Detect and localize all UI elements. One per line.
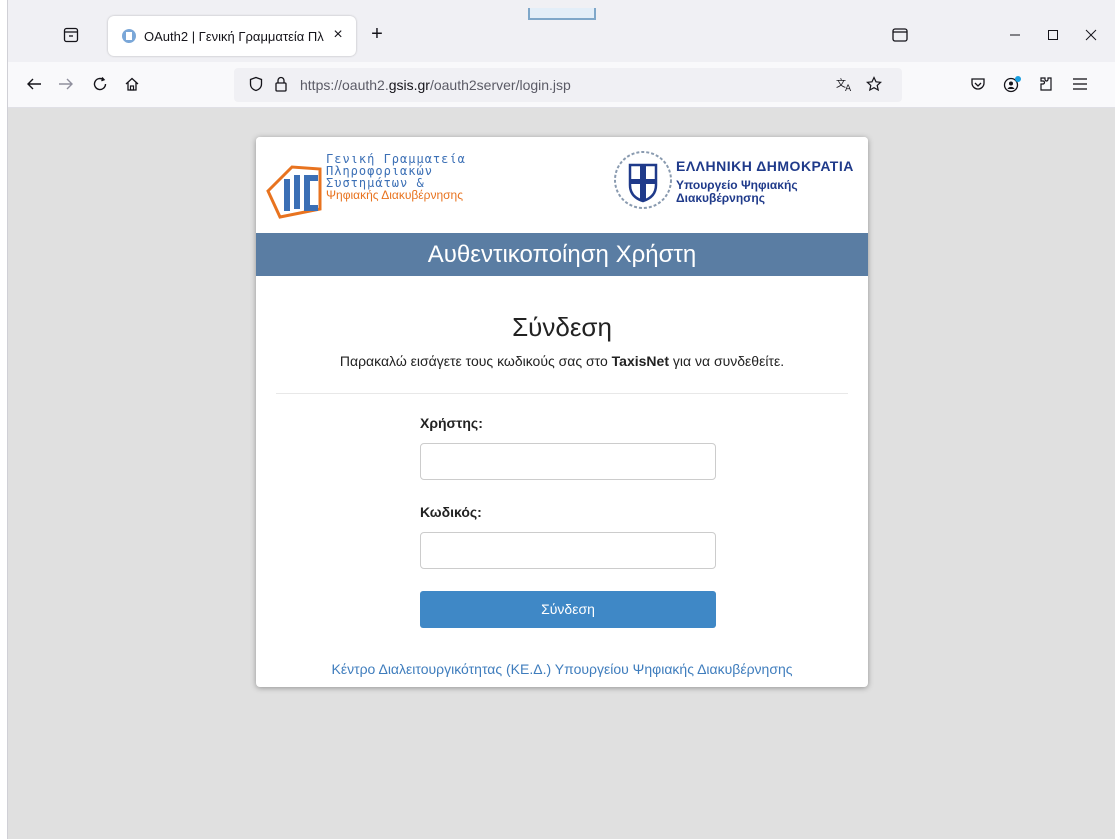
close-window-icon[interactable] — [1082, 26, 1100, 44]
auth-title-band: Αυθεντικοποίηση Χρήστη — [256, 233, 868, 276]
svg-text:A: A — [845, 84, 852, 92]
translate-icon[interactable]: 文A — [836, 76, 854, 97]
window-left-edge — [0, 0, 8, 839]
divider — [276, 393, 848, 394]
username-input[interactable] — [420, 443, 716, 480]
forward-icon[interactable] — [54, 72, 78, 96]
tab-strip: OAuth2 | Γενική Γραμματεία Πλ × + — [8, 0, 1115, 62]
login-form: Χρήστης: Κωδικός: Σύνδεση — [420, 415, 716, 628]
maximize-icon[interactable] — [1044, 26, 1062, 44]
password-label: Κωδικός: — [420, 504, 482, 520]
tab-close-icon[interactable]: × — [330, 27, 346, 43]
tracking-protection-icon[interactable] — [248, 76, 264, 97]
extensions-icon[interactable] — [1034, 72, 1058, 96]
back-icon[interactable] — [22, 72, 46, 96]
ministry-name: Υπουργείο Ψηφιακής Διακυβέρνησης — [676, 178, 798, 205]
login-heading: Σύνδεση — [512, 312, 612, 342]
account-icon[interactable] — [1000, 72, 1024, 96]
lock-icon[interactable] — [274, 76, 288, 97]
picture-in-picture-icon[interactable] — [891, 26, 909, 44]
gsis-favicon-icon — [122, 29, 136, 43]
menu-icon[interactable] — [1068, 72, 1092, 96]
reload-icon[interactable] — [88, 72, 112, 96]
greek-emblem-icon — [614, 151, 672, 209]
card-header: Γενική Γραμματεία Πληροφοριακών Συστημάτ… — [256, 137, 868, 233]
minimize-icon[interactable] — [1006, 26, 1024, 44]
username-label: Χρήστης: — [420, 415, 483, 431]
login-instructions: Παρακαλώ εισάγετε τους κωδικούς σας στο … — [339, 353, 785, 369]
new-tab-button[interactable]: + — [366, 24, 388, 46]
home-icon[interactable] — [120, 72, 144, 96]
tab-list-icon[interactable] — [60, 24, 82, 46]
bookmark-star-icon[interactable] — [866, 76, 882, 97]
url-text[interactable]: https://oauth2.gsis.gr/oauth2server/logi… — [300, 77, 571, 93]
kea-footer-link[interactable]: Κέντρο Διαλειτουργικότητας (ΚΕ.Δ.) Υπουρ… — [256, 661, 868, 677]
address-bar[interactable]: https://oauth2.gsis.gr/oauth2server/logi… — [234, 68, 902, 102]
pocket-icon[interactable] — [966, 72, 990, 96]
tab-active[interactable]: OAuth2 | Γενική Γραμματεία Πλ × — [108, 16, 356, 56]
password-input[interactable] — [420, 532, 716, 569]
login-button[interactable]: Σύνδεση — [420, 591, 716, 628]
nav-toolbar: https://oauth2.gsis.gr/oauth2server/logi… — [8, 62, 1115, 108]
gsis-logo-text: Γενική Γραμματεία Πληροφοριακών Συστημάτ… — [326, 152, 466, 202]
page-viewport: Γενική Γραμματεία Πληροφοριακών Συστημάτ… — [8, 108, 1115, 839]
gov-title: ΕΛΛΗΝΙΚΗ ΔΗΜΟΚΡΑΤΙΑ — [676, 158, 854, 174]
tab-title: OAuth2 | Γενική Γραμματεία Πλ — [144, 28, 324, 44]
login-card: Γενική Γραμματεία Πληροφοριακών Συστημάτ… — [256, 137, 868, 687]
window-drag-handle[interactable] — [528, 8, 596, 20]
